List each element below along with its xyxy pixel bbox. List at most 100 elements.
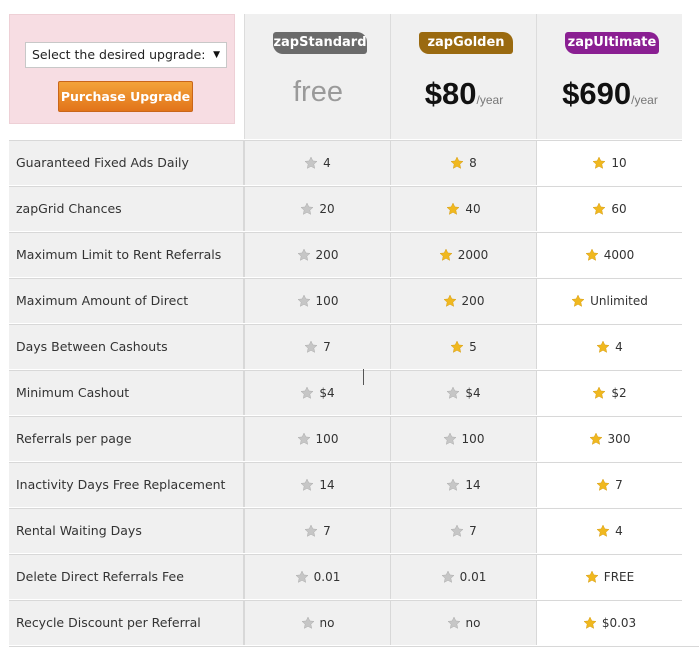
feature-value: 7 [323, 524, 331, 538]
table-row: zapGrid Chances 20 40 60 [9, 186, 699, 232]
feature-value: 100 [315, 294, 339, 308]
feature-label: Delete Direct Referrals Fee [9, 554, 244, 599]
feature-value: 7 [323, 340, 331, 354]
feature-value-cell: 0.01 [390, 554, 536, 599]
table-row: Referrals per page 100 100 300 [9, 416, 699, 462]
plan-price-unit: /year [476, 93, 504, 107]
star-icon [583, 616, 597, 629]
plan-name-badge: zapGolden [419, 32, 513, 54]
feature-value-cell: 4 [244, 140, 390, 185]
feature-value-cell: 4 [536, 508, 682, 553]
star-icon [592, 202, 606, 215]
star-icon [596, 478, 610, 491]
table-row: Guaranteed Fixed Ads Daily 4 8 10 [9, 140, 699, 186]
feature-value: 14 [465, 478, 481, 492]
feature-value: no [319, 616, 335, 630]
feature-value-cell: 200 [244, 232, 390, 277]
feature-value-cell: $2 [536, 370, 682, 415]
feature-value: 0.01 [459, 570, 487, 584]
plan-price-unit: /year [631, 93, 658, 107]
text-cursor [363, 369, 364, 385]
feature-value-cell: $4 [390, 370, 536, 415]
feature-value-cell: 300 [536, 416, 682, 461]
feature-value-cell: 7 [536, 462, 682, 507]
table-row: Minimum Cashout $4 $4 $2 [9, 370, 699, 416]
feature-value: 60 [611, 202, 627, 216]
purchase-upgrade-button[interactable]: Purchase Upgrade [58, 81, 193, 112]
star-icon [592, 156, 606, 169]
feature-value-cell: 7 [244, 508, 390, 553]
plan-header-zapstandard: zapStandard free [244, 14, 390, 139]
star-icon [439, 248, 453, 261]
plan-header-zapultimate: zapUltimate $690/year [536, 14, 682, 139]
feature-value-cell: 20 [244, 186, 390, 231]
feature-label: Minimum Cashout [9, 370, 244, 415]
feature-label: Maximum Amount of Direct Referrals [9, 278, 244, 352]
feature-value-cell: 4000 [536, 232, 682, 277]
star-icon [301, 616, 314, 629]
feature-value: 4 [615, 524, 623, 538]
plan-price-amount: $690 [562, 76, 632, 111]
plan-price: free [245, 76, 391, 109]
star-icon [585, 248, 599, 261]
feature-value-cell: 10 [536, 140, 682, 185]
table-row: Rental Waiting Days 7 7 4 [9, 508, 699, 554]
feature-value: $2 [611, 386, 627, 400]
star-icon [585, 570, 599, 583]
feature-label: Maximum Limit to Rent Referrals [9, 232, 244, 277]
feature-label: Days Between Cashouts [9, 324, 244, 369]
feature-value-cell: 4 [536, 324, 682, 369]
feature-label: Rental Waiting Days [9, 508, 244, 553]
feature-value-cell: 7 [244, 324, 390, 369]
feature-value: $0.03 [601, 616, 637, 630]
dropdown-arrow-icon: ▼ [213, 50, 220, 60]
feature-value: 40 [465, 202, 481, 216]
feature-label: Recycle Discount per Referral [9, 600, 244, 645]
feature-value: 100 [461, 432, 485, 446]
star-icon [300, 478, 314, 491]
star-icon [589, 432, 603, 445]
upgrade-select[interactable]: Select the desired upgrade: ▼ [25, 42, 227, 68]
feature-value: 300 [607, 432, 631, 446]
plan-price-amount: free [293, 76, 343, 108]
feature-value-cell: 200 [390, 278, 536, 323]
feature-label: zapGrid Chances [9, 186, 244, 231]
feature-value: 100 [315, 432, 339, 446]
feature-value-cell: 100 [244, 416, 390, 461]
star-icon [443, 294, 457, 307]
feature-value: 7 [615, 478, 623, 492]
star-icon [443, 432, 457, 445]
feature-value-cell: FREE [536, 554, 682, 599]
star-icon [446, 202, 460, 215]
feature-value-cell: 0.01 [244, 554, 390, 599]
star-icon [450, 524, 464, 537]
star-icon [300, 202, 314, 215]
plan-price-amount: $80 [424, 76, 477, 111]
feature-value-cell: 40 [390, 186, 536, 231]
feature-value: 0.01 [313, 570, 341, 584]
star-icon [447, 616, 460, 629]
star-icon [300, 386, 314, 399]
feature-value-cell: no [390, 600, 536, 645]
feature-label: Inactivity Days Free Replacement [9, 462, 244, 507]
feature-value: FREE [603, 570, 635, 584]
feature-value: 4000 [603, 248, 635, 262]
star-icon [446, 478, 460, 491]
feature-value-cell: 100 [390, 416, 536, 461]
feature-label: Guaranteed Fixed Ads Daily [9, 140, 244, 185]
feature-value: 4 [323, 156, 331, 170]
plan-price: $690/year [537, 76, 683, 112]
star-icon [304, 524, 318, 537]
star-icon [297, 248, 311, 261]
feature-value: 200 [315, 248, 339, 262]
star-icon [297, 432, 311, 445]
feature-value: 4 [615, 340, 623, 354]
feature-value-cell: 60 [536, 186, 682, 231]
upgrade-selector-panel: Select the desired upgrade: ▼ Purchase U… [9, 14, 235, 124]
feature-value-cell: $4 [244, 370, 390, 415]
feature-value: Unlimited [590, 294, 648, 308]
star-icon [295, 570, 309, 583]
plan-name-badge: zapStandard [273, 32, 367, 54]
upgrade-select-value: Select the desired upgrade: [32, 47, 206, 62]
table-bottom-border [9, 646, 699, 647]
